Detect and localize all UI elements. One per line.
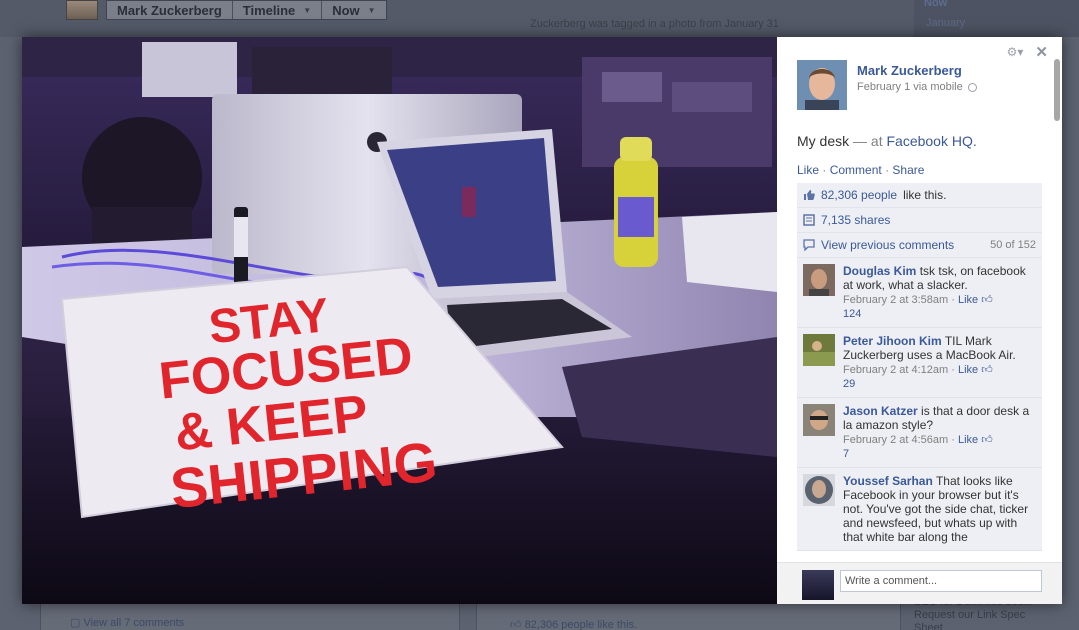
post-via: via mobile [913, 81, 963, 93]
background-view-all-comments: ▢ View all 7 comments [70, 617, 185, 629]
post-date[interactable]: February 1 [857, 81, 910, 93]
comment-time[interactable]: February 2 at 3:58am [843, 294, 948, 306]
author-row: Mark Zuckerberg February 1 via mobile [797, 60, 977, 110]
commenter-name[interactable]: Youssef Sarhan [843, 474, 933, 488]
share-icon [803, 214, 815, 226]
globe-icon [967, 82, 977, 92]
comment-body: Jason Katzer is that a door desk a la am… [843, 404, 1033, 461]
comment-like-count[interactable]: 7 [843, 448, 849, 460]
comment-like-link[interactable]: Like [958, 294, 978, 306]
shares-row: 7,135 shares [797, 208, 1042, 233]
panel-controls: ⚙▾ ✕ [1007, 43, 1048, 61]
commenter-avatar[interactable] [803, 264, 835, 296]
close-icon[interactable]: ✕ [1035, 43, 1048, 61]
comment-icon: ▢ [70, 617, 84, 629]
comment-body: Peter Jihoon Kim TIL Mark Zuckerberg use… [843, 334, 1033, 391]
author-meta: February 1 via mobile [857, 81, 977, 93]
post-actions: Like · Comment · Share [797, 163, 924, 177]
likes-link[interactable]: 82,306 people [821, 188, 897, 202]
comment-body: Douglas Kim tsk tsk, on facebook at work… [843, 264, 1033, 321]
comment-icon [803, 239, 815, 251]
caption-at: at [870, 133, 883, 149]
comment-item: Youssef Sarhan That looks like Facebook … [797, 468, 1042, 551]
view-previous-row: View previous comments 50 of 152 [797, 233, 1042, 258]
comment-meta: February 2 at 3:58am · Like 👍︎ 124 [843, 294, 993, 320]
commenter-avatar[interactable] [803, 474, 835, 506]
author-info: Mark Zuckerberg February 1 via mobile [857, 60, 977, 110]
share-link[interactable]: Share [892, 163, 924, 177]
comment-like-count[interactable]: 124 [843, 308, 861, 320]
thumbs-up-icon: 👍︎ [981, 434, 993, 446]
comment-like-link[interactable]: Like [958, 434, 978, 446]
scrollbar[interactable] [1054, 59, 1060, 121]
photo-caption: My desk — at Facebook HQ. [797, 133, 977, 149]
caret-down-icon: ▼ [303, 5, 312, 15]
photo-viewer: STAY FOCUSED & KEEP SHIPPING ⚙▾ ✕ Mark Z… [22, 37, 1062, 604]
thumbs-up-icon: 👍︎ [981, 364, 993, 376]
caret-down-icon: ▼ [367, 5, 376, 15]
commenter-name[interactable]: Peter Jihoon Kim [843, 334, 942, 348]
thumbs-up-icon [804, 190, 815, 200]
background-tab-timeline: Timeline ▼ [233, 1, 323, 19]
thumbs-up-icon: 👍︎ [510, 619, 525, 630]
background-nav-now: Now [924, 0, 948, 9]
avatar-illustration [797, 60, 847, 110]
background-tab-profile: Mark Zuckerberg [107, 1, 233, 19]
comment-like-count[interactable]: 29 [843, 378, 855, 390]
background-activity-text: Zuckerberg was tagged in a photo from Ja… [530, 18, 779, 30]
comment-meta: February 2 at 4:12am · Like 👍︎ 29 [843, 364, 993, 390]
gear-icon[interactable]: ⚙▾ [1007, 45, 1024, 59]
separator: · [822, 163, 827, 177]
background-avatar [66, 0, 98, 20]
comment-body: Youssef Sarhan That looks like Facebook … [843, 474, 1033, 544]
photo-illustration: STAY FOCUSED & KEEP SHIPPING [22, 37, 777, 604]
comment-time[interactable]: February 2 at 4:12am [843, 364, 948, 376]
comment-count: 50 of 152 [990, 239, 1036, 251]
thumbs-up-icon: 👍︎ [981, 294, 993, 306]
caption-text: My desk [797, 133, 850, 149]
commenter-avatar[interactable] [803, 404, 835, 436]
comment-item: Douglas Kim tsk tsk, on facebook at work… [797, 258, 1042, 328]
caption-place-link[interactable]: Facebook HQ. [886, 133, 976, 149]
background-likes: 👍︎ 82,306 people like this. [510, 619, 638, 630]
background-tab-now: Now ▼ [332, 2, 376, 18]
commenter-name[interactable]: Douglas Kim [843, 264, 916, 278]
photo-side-panel: ⚙▾ ✕ Mark Zuckerberg February 1 via mobi… [777, 37, 1062, 604]
comment-time[interactable]: February 2 at 4:56am [843, 434, 948, 446]
write-comment-input[interactable] [840, 570, 1042, 592]
likes-suffix: like this. [903, 188, 947, 202]
like-link[interactable]: Like [797, 163, 819, 177]
background-tab-bar: Mark Zuckerberg Timeline ▼ Now ▼ [106, 0, 387, 20]
comment-item: Jason Katzer is that a door desk a la am… [797, 398, 1042, 468]
viewer-avatar [802, 570, 834, 600]
author-avatar[interactable] [797, 60, 847, 110]
comment-item: Peter Jihoon Kim TIL Mark Zuckerberg use… [797, 328, 1042, 398]
likes-row: 82,306 people like this. [797, 183, 1042, 208]
comment-like-link[interactable]: Like [958, 364, 978, 376]
caption-dash: — [853, 133, 868, 149]
shares-link[interactable]: 7,135 shares [821, 213, 890, 227]
background-nav-january: January [926, 17, 966, 29]
author-name[interactable]: Mark Zuckerberg [857, 63, 977, 78]
commenter-avatar[interactable] [803, 334, 835, 366]
photo[interactable]: STAY FOCUSED & KEEP SHIPPING [22, 37, 777, 604]
write-comment-bar [777, 562, 1062, 604]
separator: · [885, 163, 890, 177]
feedback-box: 82,306 people like this. 7,135 shares Vi… [797, 183, 1042, 551]
commenter-name[interactable]: Jason Katzer [843, 404, 918, 418]
comment-meta: February 2 at 4:56am · Like 👍︎ 7 [843, 434, 993, 460]
comment-link[interactable]: Comment [830, 163, 882, 177]
view-previous-comments-link[interactable]: View previous comments [821, 238, 954, 252]
